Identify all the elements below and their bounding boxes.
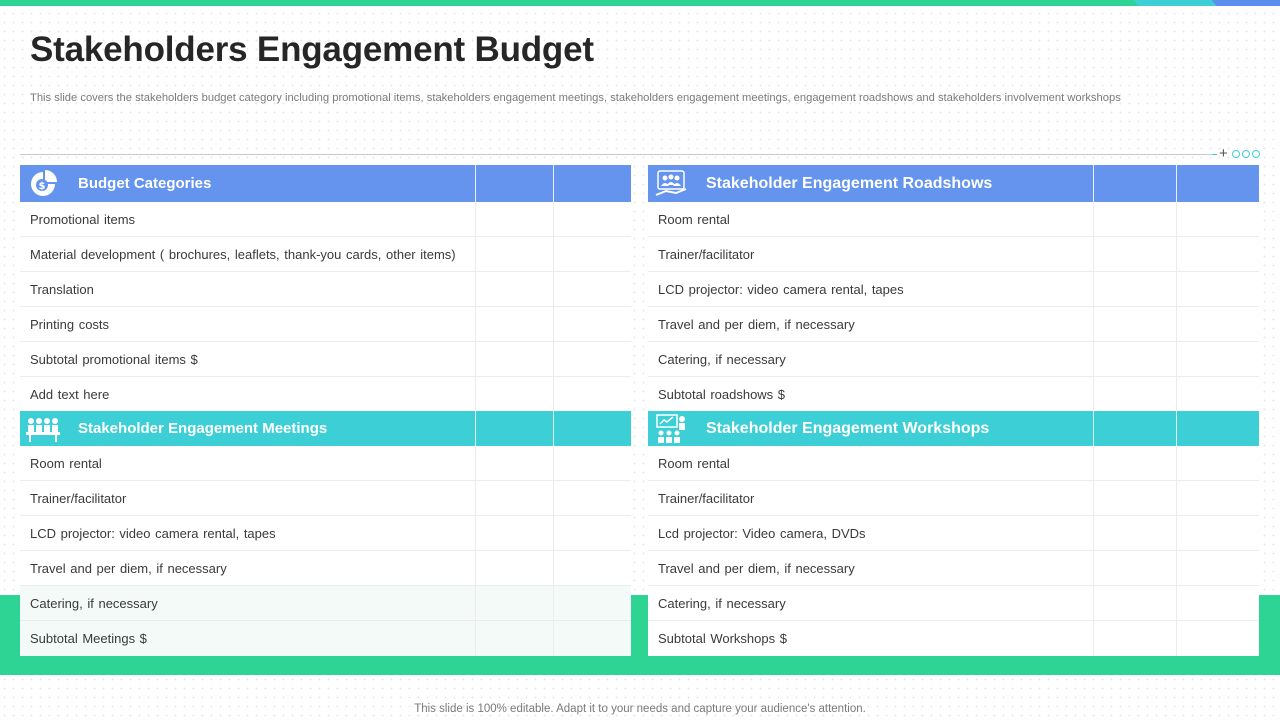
roadshow-audience-icon [652, 167, 690, 201]
table-row: Printing costs [20, 307, 631, 342]
svg-text:$: $ [39, 181, 46, 192]
plus-icon: + [1219, 145, 1228, 162]
panel-title: Stakeholder Engagement Workshops [706, 419, 990, 437]
table-row: LCD projector: video camera rental, tape… [20, 516, 631, 551]
panel-workshops: Stakeholder Engagement Workshops Room re… [648, 411, 1259, 656]
panel-title: Stakeholder Engagement Meetings [78, 420, 328, 437]
panel-header: $ Budget Categories [20, 165, 631, 202]
table-row: Add text here [20, 377, 631, 411]
panel-header: Stakeholder Engagement Workshops [648, 411, 1259, 446]
top-accent-bar [0, 0, 1280, 6]
table-row: Catering, if necessary [20, 586, 631, 621]
panel-roadshows: Stakeholder Engagement Roadshows Room re… [648, 165, 1259, 411]
panel-rows: Room rental Trainer/facilitator LCD proj… [20, 446, 631, 656]
table-row: Room rental [648, 446, 1259, 481]
table-row: LCD projector: video camera rental, tape… [648, 272, 1259, 307]
table-row: Catering, if necessary [648, 342, 1259, 377]
circle-icon [1241, 150, 1250, 158]
workshop-presentation-icon [652, 412, 690, 446]
table-row: Subtotal roadshows $ [648, 377, 1259, 411]
panel-rows: Promotional items Material development (… [20, 202, 631, 411]
table-row: Travel and per diem, if necessary [648, 551, 1259, 586]
panel-budget-categories: $ Budget Categories Promotional items Ma… [20, 165, 631, 411]
table-row: Subtotal Workshops $ [648, 621, 1259, 656]
meeting-table-icon [24, 412, 62, 446]
table-row: Promotional items [20, 202, 631, 237]
panel-rows: Room rental Trainer/facilitator LCD proj… [648, 202, 1259, 411]
table-row: Trainer/facilitator [648, 481, 1259, 516]
table-row: Room rental [20, 446, 631, 481]
table-row: Lcd projector: Video camera, DVDs [648, 516, 1259, 551]
table-row: Subtotal promotional items $ [20, 342, 631, 377]
circle-icon [1251, 150, 1260, 158]
footer-note: This slide is 100% editable. Adapt it to… [414, 703, 866, 715]
table-row: Trainer/facilitator [648, 237, 1259, 272]
circle-icon [1231, 150, 1240, 158]
panel-meetings: Stakeholder Engagement Meetings Room ren… [20, 411, 631, 656]
panel-title: Budget Categories [78, 175, 212, 192]
table-row: Trainer/facilitator [20, 481, 631, 516]
page-title: Stakeholders Engagement Budget [30, 30, 594, 69]
divider-decoration: + [1212, 145, 1272, 162]
table-row: Travel and per diem, if necessary [20, 551, 631, 586]
table-row: Subtotal Meetings $ [20, 621, 631, 656]
table-row: Room rental [648, 202, 1259, 237]
money-chart-icon: $ [24, 167, 62, 201]
panel-rows: Room rental Trainer/facilitator Lcd proj… [648, 446, 1259, 656]
panel-header: Stakeholder Engagement Roadshows [648, 165, 1259, 202]
page-subtitle: This slide covers the stakeholders budge… [30, 92, 1121, 104]
table-row: Travel and per diem, if necessary [648, 307, 1259, 342]
table-row: Catering, if necessary [648, 586, 1259, 621]
panel-header: Stakeholder Engagement Meetings [20, 411, 631, 446]
table-row: Translation [20, 272, 631, 307]
panel-title: Stakeholder Engagement Roadshows [706, 174, 993, 192]
title-divider [20, 154, 1212, 155]
table-row: Material development ( brochures, leafle… [20, 237, 631, 272]
